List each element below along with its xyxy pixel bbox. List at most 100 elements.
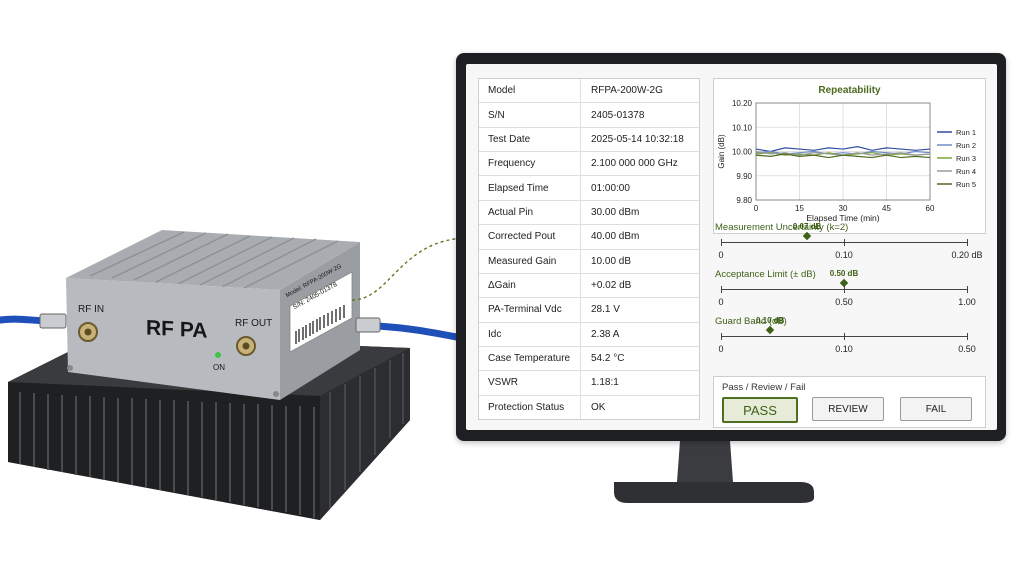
gauge-tick <box>844 333 845 340</box>
gauge-label: Acceptance Limit (± dB) <box>715 269 816 280</box>
spec-value: 10.00 dB <box>580 249 699 273</box>
chart-legend-label: Run 3 <box>956 154 976 163</box>
spec-label: Case Temperature <box>488 353 571 365</box>
chart-legend-label: Run 5 <box>956 180 976 189</box>
gauge-tick <box>721 239 722 246</box>
spec-label: VSWR <box>488 377 518 389</box>
power-led <box>215 352 221 358</box>
spec-row: ΔGain +0.02 dB <box>479 273 699 299</box>
pass-button[interactable]: PASS <box>722 397 798 423</box>
gauge-tick <box>844 286 845 293</box>
spec-row: PA-Terminal Vdc 28.1 V <box>479 298 699 323</box>
gauge-marker <box>765 325 775 335</box>
spec-row: Corrected Pout 40.00 dBm <box>479 225 699 250</box>
gauge-tick-label: 0 <box>718 297 724 307</box>
spec-value: +0.02 dB <box>580 273 699 298</box>
chart-x-tick-label: 0 <box>754 204 759 213</box>
rf-out-label: RF OUT <box>235 318 273 329</box>
spec-table: Model RFPA-200W-2G S/N 2405-01378 Test Date 2… <box>478 78 700 420</box>
monitor-stand <box>614 441 814 503</box>
chart-y-tick-label: 10.00 <box>732 148 753 157</box>
gauge-tick <box>967 333 968 340</box>
chart-x-tick-label: 45 <box>882 204 891 213</box>
chart-y-tick-label: 10.20 <box>732 99 753 108</box>
gauge-tick <box>844 239 845 246</box>
chart-x-tick-label: 15 <box>795 204 804 213</box>
rf-out-cable <box>374 322 466 342</box>
gauge-marker <box>802 231 812 241</box>
spec-label: Elapsed Time <box>488 182 549 194</box>
spec-label: PA-Terminal Vdc <box>488 304 562 316</box>
chart-x-tick-label: 60 <box>926 204 935 213</box>
spec-value: 2405-01378 <box>580 103 699 127</box>
gauge-tick <box>967 286 968 293</box>
spec-label: Frequency <box>488 158 536 170</box>
spec-label: Actual Pin <box>488 206 534 218</box>
repeatability-chart: 10.2010.1010.009.909.800 15 30 45 60Elapsed … <box>717 99 976 223</box>
gauge: Measurement Uncertainty (k=2) 0.07 dB 0 0.1… <box>713 222 995 262</box>
spec-row: Idc 2.38 A <box>479 322 699 347</box>
fail-button[interactable]: FAIL <box>900 397 972 421</box>
spec-value: 2.38 A <box>580 322 699 346</box>
chart-y-tick-label: 9.90 <box>736 172 752 181</box>
rf-in-cable <box>0 315 49 325</box>
spec-row: VSWR 1.18:1 <box>479 371 699 396</box>
spec-label: Model <box>488 85 516 97</box>
spec-row: Protection Status OK <box>479 395 699 420</box>
gauge-tick-label: 0.50 <box>835 297 853 307</box>
gauge-tick <box>721 286 722 293</box>
gauge-tick-label: 0.10 <box>835 250 853 260</box>
gauge-tick-label: 0.50 <box>958 344 976 354</box>
spec-label: Corrected Pout <box>488 231 556 243</box>
spec-row: S/N 2405-01378 <box>479 103 699 128</box>
spec-value: 30.00 dBm <box>580 200 699 225</box>
spec-row: Case Temperature 54.2 °C <box>479 346 699 372</box>
gauge-value: 0.10 dB <box>755 316 785 325</box>
leader-arrow-line <box>351 237 467 301</box>
gauge: Acceptance Limit (± dB) 0.50 dB 0 0.50 1.00 <box>713 269 995 309</box>
gauge-tick-label: 1.00 <box>958 297 976 307</box>
gauge-tick-label: 0.10 <box>835 344 853 354</box>
spec-value: OK <box>580 395 699 420</box>
spec-value: 28.1 V <box>580 298 699 322</box>
spec-row: Elapsed Time 01:00:00 <box>479 176 699 201</box>
spec-value: 40.00 dBm <box>580 225 699 249</box>
spec-value: 2.100 000 000 GHz <box>580 152 699 176</box>
gauge: Guard Band (dB) 0.10 dB 0 0.10 0.50 <box>713 316 995 356</box>
gauge-tick <box>721 333 722 340</box>
led-label: ON <box>213 363 225 372</box>
chart-legend-label: Run 2 <box>956 141 976 150</box>
gauge-label: Measurement Uncertainty (k=2) <box>715 222 849 233</box>
chart-y-tick-label: 9.80 <box>736 196 752 205</box>
chart-y-axis-label: Gain (dB) <box>717 134 726 169</box>
spec-row: Actual Pin 30.00 dBm <box>479 200 699 226</box>
spec-row: Test Date 2025-05-14 10:32:18 <box>479 127 699 153</box>
chart-y-tick-label: 10.10 <box>732 123 753 132</box>
gauge-tick-label: 0.20 dB <box>951 250 983 260</box>
verdict-title: Pass / Review / Fail <box>722 382 806 393</box>
gauge-value: 0.07 dB <box>792 222 822 231</box>
spec-label: Measured Gain <box>488 255 557 267</box>
monitor-screen: Model RFPA-200W-2G S/N 2405-01378 Test Date 2… <box>466 64 997 430</box>
spec-label: S/N <box>488 109 505 121</box>
gauge-tick-label: 0 <box>718 250 724 260</box>
chart-legend-label: Run 1 <box>956 128 976 137</box>
rf-in-label: RF IN <box>78 304 105 315</box>
spec-label: ΔGain <box>488 280 516 292</box>
verdict-panel: Pass / Review / Fail PASS REVIEW FAIL <box>713 376 986 428</box>
spec-label: Test Date <box>488 133 531 145</box>
spec-value: 54.2 °C <box>580 346 699 371</box>
spec-value: 2025-05-14 10:32:18 <box>580 127 699 152</box>
review-button[interactable]: REVIEW <box>812 397 884 421</box>
chart-x-tick-label: 30 <box>839 204 848 213</box>
spec-value: 1.18:1 <box>580 371 699 395</box>
spec-row: Model RFPA-200W-2G <box>479 79 699 104</box>
chart-legend-label: Run 4 <box>956 167 976 176</box>
spec-value: 01:00:00 <box>580 176 699 200</box>
spec-value: RFPA-200W-2G <box>580 79 699 103</box>
device-label: RF PA <box>146 316 208 343</box>
gauge-value: 0.50 dB <box>829 269 859 278</box>
spec-row: Measured Gain 10.00 dB <box>479 249 699 274</box>
spec-label: Idc <box>488 328 502 340</box>
spec-row: Frequency 2.100 000 000 GHz <box>479 152 699 177</box>
